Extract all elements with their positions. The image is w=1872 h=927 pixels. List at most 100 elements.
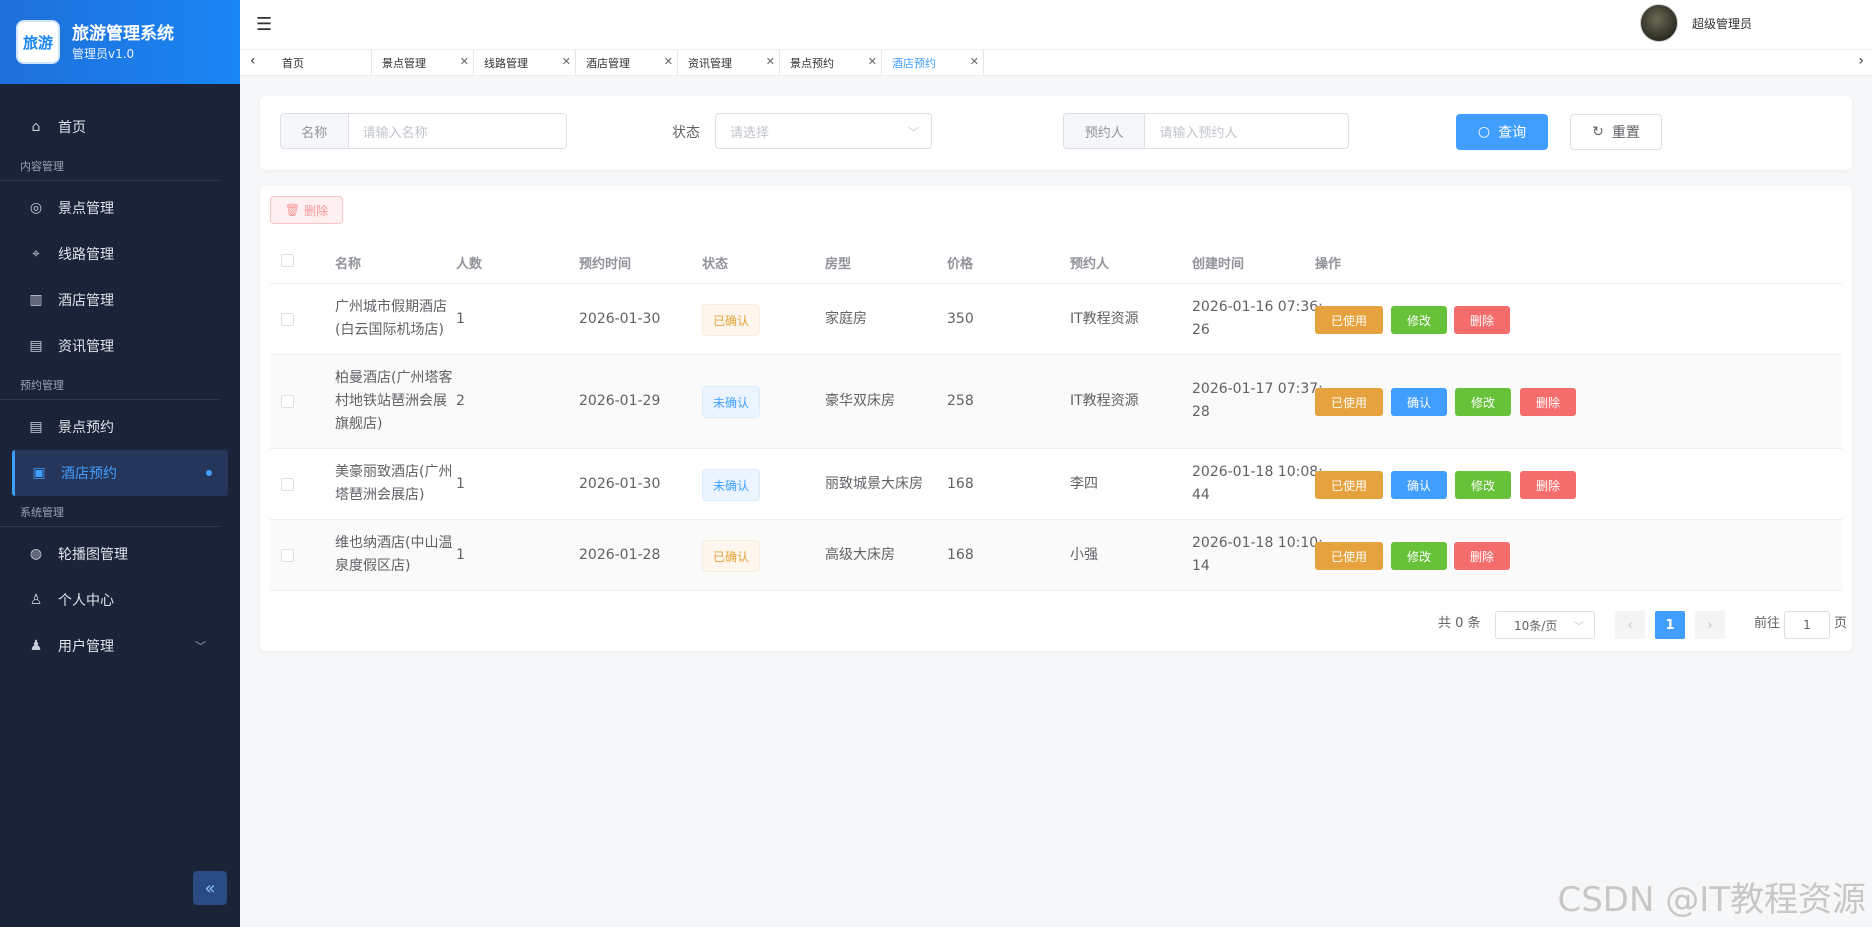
status-label: 状态 [672,125,700,141]
batch-delete-button[interactable]: 🗑 删除 [270,196,343,224]
cell-booker: IT教程资源 [1070,393,1139,409]
building-icon: ▥ [29,292,43,308]
confirm-button[interactable]: 确认 [1391,388,1447,416]
cell-people: 1 [456,311,465,327]
delete-button[interactable]: 删除 [1520,471,1576,499]
sidebar-item-home[interactable]: ⌂ 首页 [0,104,240,150]
cell-created: 2026-01-18 10:10: 14 [1192,532,1323,578]
delete-button[interactable]: 删除 [1454,542,1510,570]
prev-page-button[interactable]: ‹ [1615,611,1645,639]
sidebar-item-label: 酒店管理 [58,293,114,309]
created-line: 2026-01-17 07:37: [1192,381,1323,397]
status-badge: 已确认 [702,540,761,572]
cell-booker: 小强 [1070,547,1098,563]
sidebar-item-news[interactable]: ▤ 资讯管理 [0,323,240,369]
row-checkbox[interactable] [281,313,294,326]
user-menu[interactable]: 超级管理员 [1639,4,1752,42]
sidebar-item-hotel[interactable]: ▥ 酒店管理 [0,277,240,323]
close-icon[interactable]: ✕ [868,55,877,68]
close-icon[interactable]: ✕ [460,55,469,68]
delete-button[interactable]: 删除 [1520,388,1576,416]
status-badge: 未确认 [702,386,761,418]
sidebar-item-hotel-booking[interactable]: ▣ 酒店预约 [12,450,228,496]
sidebar-item-users[interactable]: ♟ 用户管理 ﹀ [0,623,240,669]
col-people: 人数 [456,257,483,272]
menu-toggle-icon[interactable]: ☰ [256,14,272,35]
avatar[interactable] [1639,4,1678,42]
search-icon: ○ [1477,124,1491,140]
route-icon: ⌖ [32,246,40,262]
delete-button[interactable]: 删除 [1454,306,1510,334]
sidebar-item-route[interactable]: ⌖ 线路管理 [0,231,240,277]
tab-scenic-booking[interactable]: 景点预约 ✕ [780,50,882,76]
edit-button[interactable]: 修改 [1391,542,1447,570]
tab-hotel[interactable]: 酒店管理 ✕ [576,50,678,76]
sidebar-item-carousel[interactable]: ◍ 轮播图管理 [0,531,240,577]
clipboard-icon: ▣ [32,465,46,481]
menu-group-system: 系统管理 [0,496,220,527]
tab-news[interactable]: 资讯管理 ✕ [678,50,780,76]
row-checkbox[interactable] [281,549,294,562]
booker-input[interactable]: 请输入预约人 [1145,114,1348,148]
tabs: 首页 景点管理 ✕ 线路管理 ✕ 酒店管理 ✕ 资讯管理 ✕ 景点预约 ✕ 酒店预约 ✕ [272,50,984,76]
reset-button[interactable]: ↻ 重置 [1570,114,1662,150]
cell-booker: IT教程资源 [1070,311,1139,327]
cell-room: 高级大床房 [825,547,895,563]
tab-route[interactable]: 线路管理 ✕ [474,50,576,76]
next-page-button[interactable]: › [1695,611,1725,639]
page-size-select[interactable]: 10条/页 ﹀ [1495,611,1595,639]
collapse-sidebar-button[interactable]: « [193,871,227,905]
tabs-bar: ‹ 首页 景点管理 ✕ 线路管理 ✕ 酒店管理 ✕ 资讯管理 ✕ 景点预约 ✕ 酒店预约 ✕… [240,50,1872,76]
mark-used-button[interactable]: 已使用 [1315,306,1383,334]
pager-total: 共 0 条 [1438,616,1481,631]
row-checkbox[interactable] [281,478,294,491]
edit-button[interactable]: 修改 [1391,306,1447,334]
brand-header: 旅游 旅游管理系统 管理员v1.0 [0,0,240,84]
booker-label: 预约人 [1064,114,1146,148]
close-icon[interactable]: ✕ [664,55,673,68]
page-button-current[interactable]: 1 [1655,611,1685,639]
mark-used-button[interactable]: 已使用 [1315,471,1383,499]
select-all-checkbox[interactable] [281,254,294,267]
tab-home[interactable]: 首页 [272,50,372,76]
edit-button[interactable]: 修改 [1455,471,1511,499]
confirm-button[interactable]: 确认 [1391,471,1447,499]
created-line: 2026-01-18 10:10: [1192,535,1323,551]
tab-hotel-booking[interactable]: 酒店预约 ✕ [882,50,984,76]
col-status: 状态 [702,257,729,272]
row-checkbox[interactable] [281,395,294,408]
cell-people: 1 [456,476,465,492]
cell-price: 350 [947,311,974,327]
goto-unit: 页 [1834,616,1848,631]
close-icon[interactable]: ✕ [562,55,571,68]
cell-price: 168 [947,476,974,492]
status-select[interactable]: 请选择 ﹀ [715,113,932,149]
active-dot [206,470,212,476]
name-input[interactable]: 请输入名称 [349,114,567,148]
topbar: ☰ 超级管理员 [240,0,1872,50]
app-logo: 旅游 [16,20,60,64]
close-icon[interactable]: ✕ [970,55,979,68]
mark-used-button[interactable]: 已使用 [1315,388,1383,416]
app-title: 旅游管理系统 [72,23,174,44]
chevron-left-icon[interactable]: ‹ [250,53,256,69]
tab-scenic[interactable]: 景点管理 ✕ [372,50,474,76]
tab-label: 酒店管理 [586,57,630,70]
trash-icon: 🗑 [284,203,301,217]
sidebar-item-scenic-booking[interactable]: ▤ 景点预约 [0,404,240,450]
refresh-icon: ↻ [1592,124,1604,140]
close-icon[interactable]: ✕ [766,55,775,68]
mark-used-button[interactable]: 已使用 [1315,542,1383,570]
edit-button[interactable]: 修改 [1455,388,1511,416]
goto-page-input[interactable]: 1 [1784,611,1830,639]
col-date: 预约时间 [579,257,632,272]
name-line: 泉度假区店) [335,558,411,574]
query-button[interactable]: ○ 查询 [1456,114,1548,150]
table-header: 名称 人数 预约时间 状态 房型 价格 预约人 创建时间 操作 [270,238,1842,284]
sidebar-item-scenic[interactable]: ◎ 景点管理 [0,185,240,231]
chevron-right-icon[interactable]: › [1858,53,1864,69]
sidebar-item-profile[interactable]: ♙ 个人中心 [0,577,240,623]
username: 超级管理员 [1691,16,1752,31]
cell-created: 2026-01-17 07:37: 28 [1192,378,1323,424]
search-panel: 名称 请输入名称 状态 请选择 ﹀ 预约人 请输入预约人 ○ 查询 ↻ 重置 [260,96,1852,170]
